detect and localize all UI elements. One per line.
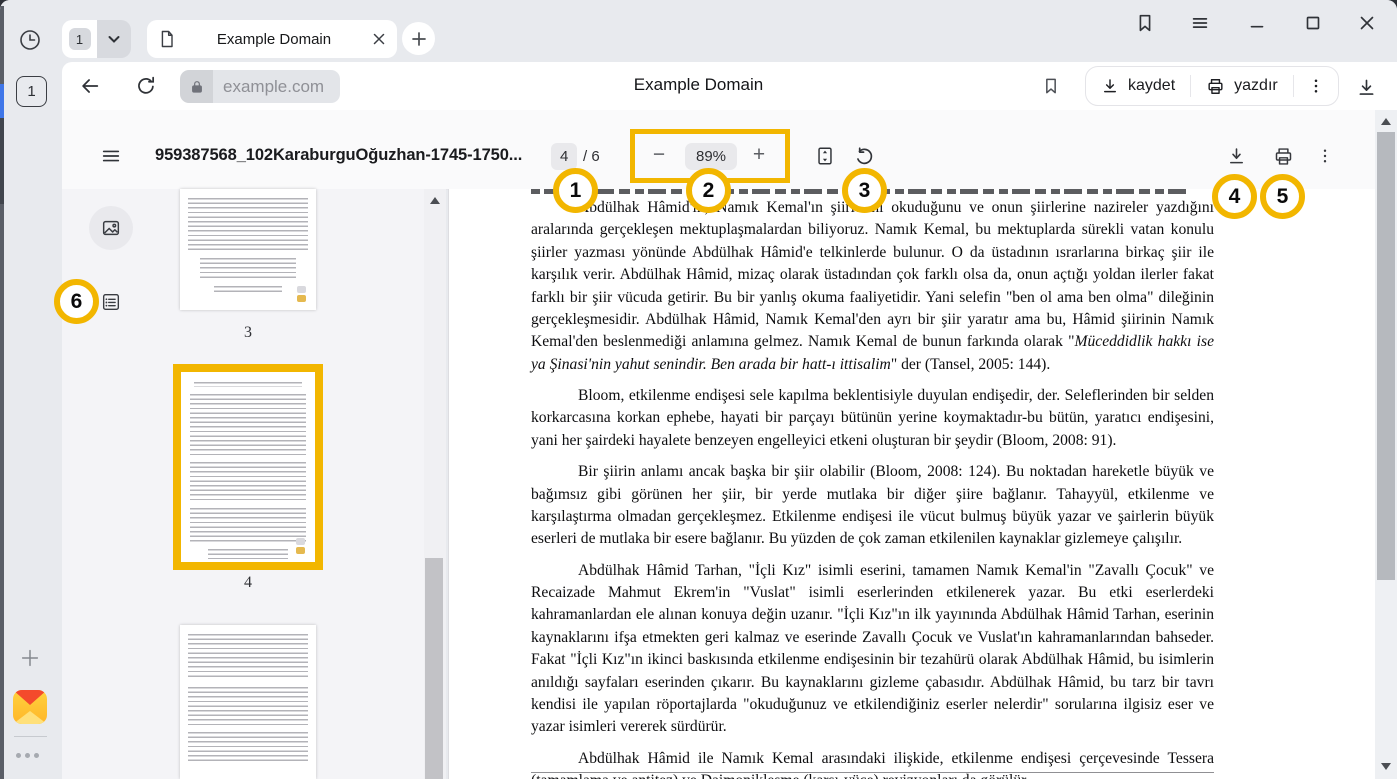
lock-icon[interactable] [180, 70, 213, 103]
pdf-text: Abdülhak Hâmid'in, Namık Kemal'ın şiirle… [531, 197, 1214, 779]
history-icon[interactable] [18, 28, 42, 52]
thumbnail-page-3[interactable] [180, 189, 316, 310]
annotation-circle-5: 5 [1260, 174, 1305, 219]
pdf-more-icon[interactable] [1313, 144, 1337, 168]
more-apps-icon[interactable] [16, 753, 39, 758]
download-icon [1101, 77, 1119, 95]
tab-close-icon[interactable] [371, 31, 387, 47]
new-tab-button[interactable] [402, 22, 435, 55]
thumbnail-page-4-selected[interactable] [173, 364, 323, 570]
tab-group-badge: 1 [69, 28, 91, 50]
maximize-button[interactable] [1300, 10, 1326, 36]
chevron-down-icon [106, 31, 122, 47]
pdf-page-view: Abdülhak Hâmid'in, Namık Kemal'ın şiirle… [448, 189, 1375, 779]
paragraph: Bloom, etkilenme endişesi sele kapılma b… [531, 385, 1214, 452]
annotation-circle-3: 3 [842, 168, 887, 213]
page-icon [157, 29, 177, 49]
divider [14, 736, 47, 737]
image-icon [100, 217, 122, 239]
pdf-page-count: / 6 [583, 148, 600, 165]
tab-group-control[interactable]: 1 [62, 20, 131, 58]
tab-title: Example Domain [177, 31, 371, 48]
pdf-download-icon[interactable] [1224, 144, 1248, 168]
thumbnail-page-5[interactable] [180, 625, 316, 779]
minimize-button[interactable] [1244, 10, 1270, 36]
thumbnail-label: 3 [228, 324, 268, 342]
scrollbar-thumb[interactable] [425, 558, 443, 779]
thumbnail-label: 4 [228, 574, 268, 592]
paragraph: Abdülhak Hâmid Tarhan, "İçli Kız" isimli… [531, 560, 1214, 739]
paragraph: Bir şiirin anlamı ancak başka bir şiir o… [531, 461, 1214, 551]
page-scrollbar[interactable] [1375, 110, 1397, 779]
page-stamp [297, 284, 306, 302]
pdf-print-icon[interactable] [1271, 144, 1295, 168]
scroll-down-arrow[interactable] [1381, 763, 1391, 770]
side-tab-counter[interactable]: 1 [16, 76, 47, 107]
collections-bookmark-icon[interactable] [1132, 10, 1158, 36]
print-button[interactable]: yazdır [1191, 67, 1293, 105]
scroll-up-arrow[interactable] [1381, 118, 1391, 125]
tab-group-count[interactable]: 1 [62, 20, 97, 58]
close-window-button[interactable] [1354, 10, 1380, 36]
scroll-up-arrow[interactable] [430, 197, 440, 204]
add-panel-icon[interactable] [18, 646, 42, 670]
annotation-circle-4: 4 [1212, 174, 1257, 219]
save-button[interactable]: kaydet [1086, 67, 1190, 105]
annotation-circle-6: 6 [54, 279, 99, 324]
downloads-icon[interactable] [1353, 74, 1379, 100]
mail-app-icon[interactable] [13, 690, 47, 724]
back-icon[interactable] [78, 74, 102, 98]
thumbnail-scrollbar[interactable] [424, 189, 446, 779]
scrollbar-thumb[interactable] [1377, 132, 1395, 580]
paragraph: Abdülhak Hâmid ile Namık Kemal arasındak… [531, 748, 1214, 779]
kebab-icon [1307, 77, 1325, 95]
more-actions-button[interactable] [1294, 67, 1338, 105]
pdf-sidebar-toggle-icon[interactable] [99, 144, 123, 168]
address-bar[interactable]: example.com [180, 70, 340, 103]
page-actions-group: kaydet yazdır [1085, 66, 1339, 106]
url-domain[interactable]: example.com [213, 70, 340, 103]
thumbnail-view-button[interactable] [89, 206, 133, 250]
screen-edge [0, 6, 4, 779]
browser-window: 1 Example Domain [0, 0, 1397, 779]
browser-menu-icon[interactable] [1187, 10, 1213, 36]
pdf-current-page-input[interactable]: 4 [551, 143, 577, 170]
list-icon [100, 291, 122, 313]
page-title: Example Domain [634, 75, 763, 95]
fit-page-icon[interactable] [813, 144, 837, 168]
bookmark-page-icon[interactable] [1039, 74, 1063, 98]
footnote-rule [531, 772, 1214, 773]
printer-icon [1206, 77, 1225, 96]
paragraph: Abdülhak Hâmid'in, Namık Kemal'ın şiirle… [531, 197, 1214, 376]
pdf-filename: 959387568_102KaraburguOğuzhan-1745-1750.… [155, 146, 522, 165]
tab-group-expander[interactable] [97, 20, 131, 58]
annotation-circle-2: 2 [686, 168, 731, 213]
rotate-icon[interactable] [852, 144, 876, 168]
annotation-circle-1: 1 [553, 168, 598, 213]
page-stamp [296, 536, 305, 554]
plus-icon [410, 30, 428, 48]
tab-example-domain[interactable]: Example Domain [147, 20, 397, 58]
outline-view-button[interactable] [99, 290, 123, 314]
reload-icon[interactable] [134, 74, 158, 98]
